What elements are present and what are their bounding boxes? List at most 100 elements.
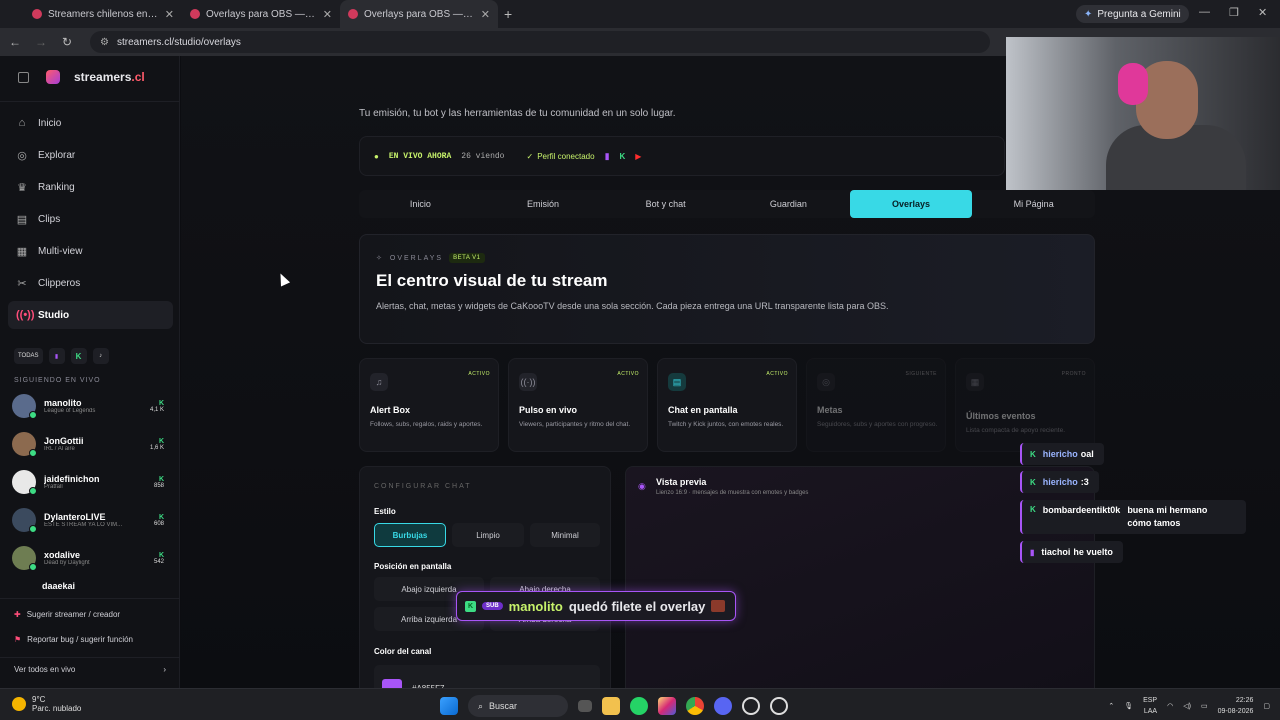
chrome-icon[interactable]: [686, 697, 704, 715]
kick-filter-icon[interactable]: K: [70, 348, 87, 364]
browser-tab[interactable]: Overlays para OBS — Streamers ✕: [182, 0, 340, 28]
instagram-icon[interactable]: [658, 697, 676, 715]
new-tab-icon[interactable]: +: [504, 6, 512, 22]
whatsapp-icon[interactable]: [630, 697, 648, 715]
forward-icon[interactable]: →: [34, 35, 48, 49]
nav-clipperos[interactable]: ✂ Clipperos: [8, 269, 173, 297]
gemini-button[interactable]: ✦ Pregunta a Gemini: [1076, 5, 1189, 23]
tab-mi-pagina[interactable]: Mi Página: [972, 190, 1095, 218]
streamer-item[interactable]: daaekai: [12, 579, 164, 593]
filter-todas[interactable]: TODAS: [14, 348, 43, 364]
avatar: [12, 546, 37, 571]
close-tab-icon[interactable]: ✕: [165, 8, 174, 21]
microphone-icon[interactable]: 🎙: [1124, 702, 1133, 710]
kick-icon: K: [158, 399, 164, 407]
nav-clips[interactable]: ▤ Clips: [8, 205, 173, 233]
close-tab-icon[interactable]: ✕: [323, 8, 332, 21]
wifi-icon[interactable]: ◠: [1167, 702, 1173, 710]
nav-label: Ranking: [38, 181, 75, 193]
style-limpio[interactable]: Limpio: [452, 523, 524, 547]
nav-label: Multi-view: [38, 245, 83, 257]
tab-title: Overlays para OBS — Streamers: [364, 8, 475, 20]
nav-multiview[interactable]: ▦ Multi-view: [8, 237, 173, 265]
streamer-item[interactable]: jaidefinichon Pratfall K 858: [12, 465, 164, 499]
nav-studio[interactable]: ((•)) Studio: [8, 301, 173, 329]
nav-explorar[interactable]: ◎ Explorar: [8, 141, 173, 169]
streamer-item[interactable]: manolito League of Legends K 4,1 K: [12, 389, 164, 423]
config-heading: CONFIGURAR CHAT: [374, 483, 472, 490]
position-label: Posición en pantalla: [374, 562, 452, 571]
task-view-icon[interactable]: [578, 700, 592, 712]
tab-guardian[interactable]: Guardian: [727, 190, 850, 218]
tiktok-filter-icon[interactable]: ♪: [92, 348, 109, 364]
maximize-icon[interactable]: ❐: [1229, 6, 1239, 19]
tab-emision[interactable]: Emisión: [482, 190, 605, 218]
streamer-game: ESTE STREAM YA LO VIM...: [44, 522, 123, 528]
chat-bubble-sample: K SUB manolito quedó filete el overlay: [456, 591, 737, 621]
logo[interactable]: streamers.cl: [46, 70, 145, 84]
browser-tab-bar: Streamers chilenos en vivo | Tu ✕ Overla…: [0, 0, 1280, 28]
color-label: Color del canal: [374, 647, 432, 656]
volume-icon[interactable]: ◁): [1183, 702, 1191, 710]
avatar: [12, 508, 37, 533]
status-badge: PRONTO: [1061, 371, 1086, 377]
avatar: [12, 432, 37, 457]
chatgpt-icon[interactable]: [742, 697, 760, 715]
overlay-card-pulso[interactable]: ((·)) ACTIVO Pulso en vivo Viewers, part…: [508, 358, 648, 452]
chevron-up-icon[interactable]: ⌃: [1108, 702, 1114, 710]
clips-icon: ▤: [16, 213, 28, 226]
taskbar-search[interactable]: ⌕ Buscar: [468, 695, 568, 717]
windows-start-icon[interactable]: [440, 697, 458, 715]
overlay-card-alert-box[interactable]: ♫ ACTIVO Alert Box Follows, subs, regalo…: [359, 358, 499, 452]
streamer-item[interactable]: JonGottii IRL / Al aire K 1,6 K: [12, 427, 164, 461]
back-icon[interactable]: ←: [8, 35, 22, 49]
tab-bot-chat[interactable]: Bot y chat: [604, 190, 727, 218]
language-indicator[interactable]: ESP LAA: [1143, 695, 1157, 717]
overlay-chat-message: Kbombardeentikt0k buena mi hermano cómo t…: [1020, 500, 1246, 534]
style-minimal[interactable]: Minimal: [530, 523, 600, 547]
status-badge: ACTIVO: [766, 371, 788, 377]
reload-icon[interactable]: ↻: [60, 35, 74, 49]
notification-icon[interactable]: ▢: [1263, 702, 1270, 710]
browser-tab[interactable]: Streamers chilenos en vivo | Tu ✕: [24, 0, 182, 28]
chat-text: he vuelto: [1073, 547, 1113, 557]
minimize-icon[interactable]: —: [1199, 6, 1210, 18]
avatar: [12, 394, 37, 419]
chat-text: :3: [1080, 477, 1089, 487]
close-window-icon[interactable]: ✕: [1258, 6, 1267, 19]
file-explorer-icon[interactable]: [602, 697, 620, 715]
streamer-item[interactable]: DylanteroLIVE ESTE STREAM YA LO VIM... K6…: [12, 503, 164, 537]
tab-overlays[interactable]: Overlays: [849, 190, 973, 218]
overlay-card-metas[interactable]: ◎ SIGUIENTE Metas Seguidores, subs y apo…: [806, 358, 946, 452]
overlay-card-chat[interactable]: ▤ ACTIVO Chat en pantalla Twitch y Kick …: [657, 358, 797, 452]
url-text: streamers.cl/studio/overlays: [116, 36, 241, 48]
suggest-streamer-link[interactable]: ✚ Sugerir streamer / creador: [0, 610, 180, 619]
tab-inicio[interactable]: Inicio: [359, 190, 482, 218]
pulse-icon: ((·)): [519, 373, 537, 391]
close-tab-icon[interactable]: ✕: [481, 8, 490, 21]
nav-ranking[interactable]: ♛ Ranking: [8, 173, 173, 201]
discord-icon[interactable]: [714, 697, 732, 715]
streamer-name: jaidefinichon: [44, 474, 100, 484]
battery-icon[interactable]: ▭: [1201, 702, 1208, 710]
weather-widget[interactable]: 9°C Parc. nublado: [12, 695, 81, 713]
overlay-card-eventos[interactable]: ▦ PRONTO Últimos eventos Lista compacta …: [955, 358, 1095, 452]
home-icon: ⌂: [18, 117, 26, 129]
report-bug-link[interactable]: ⚑ Reportar bug / sugerir función: [0, 635, 180, 644]
sidebar-toggle-icon[interactable]: [18, 72, 29, 83]
webcam-overlay: [1006, 37, 1280, 190]
app-icon[interactable]: [770, 697, 788, 715]
twitch-filter-icon[interactable]: ▮: [48, 348, 65, 364]
streamer-name: xodalive: [44, 550, 81, 560]
streamer-item[interactable]: xodalive Dead by Daylight K 542: [12, 541, 164, 575]
nav-inicio[interactable]: ⌂ Inicio: [8, 109, 173, 137]
kick-badge-icon: K: [465, 600, 476, 612]
style-burbujas[interactable]: Burbujas: [374, 523, 446, 547]
lang-secondary: LAA: [1143, 708, 1158, 715]
site-info-icon[interactable]: ⚙: [100, 37, 109, 48]
browser-tab-active[interactable]: Overlays para OBS — Streamers ✕: [340, 0, 498, 28]
viewer-count: 1,6 K: [149, 444, 164, 451]
url-field[interactable]: ⚙ streamers.cl/studio/overlays: [90, 31, 990, 53]
clock[interactable]: 22:26 09-08-2026: [1218, 695, 1254, 717]
see-all-live-link[interactable]: Ver todos en vivo ›: [0, 657, 180, 681]
